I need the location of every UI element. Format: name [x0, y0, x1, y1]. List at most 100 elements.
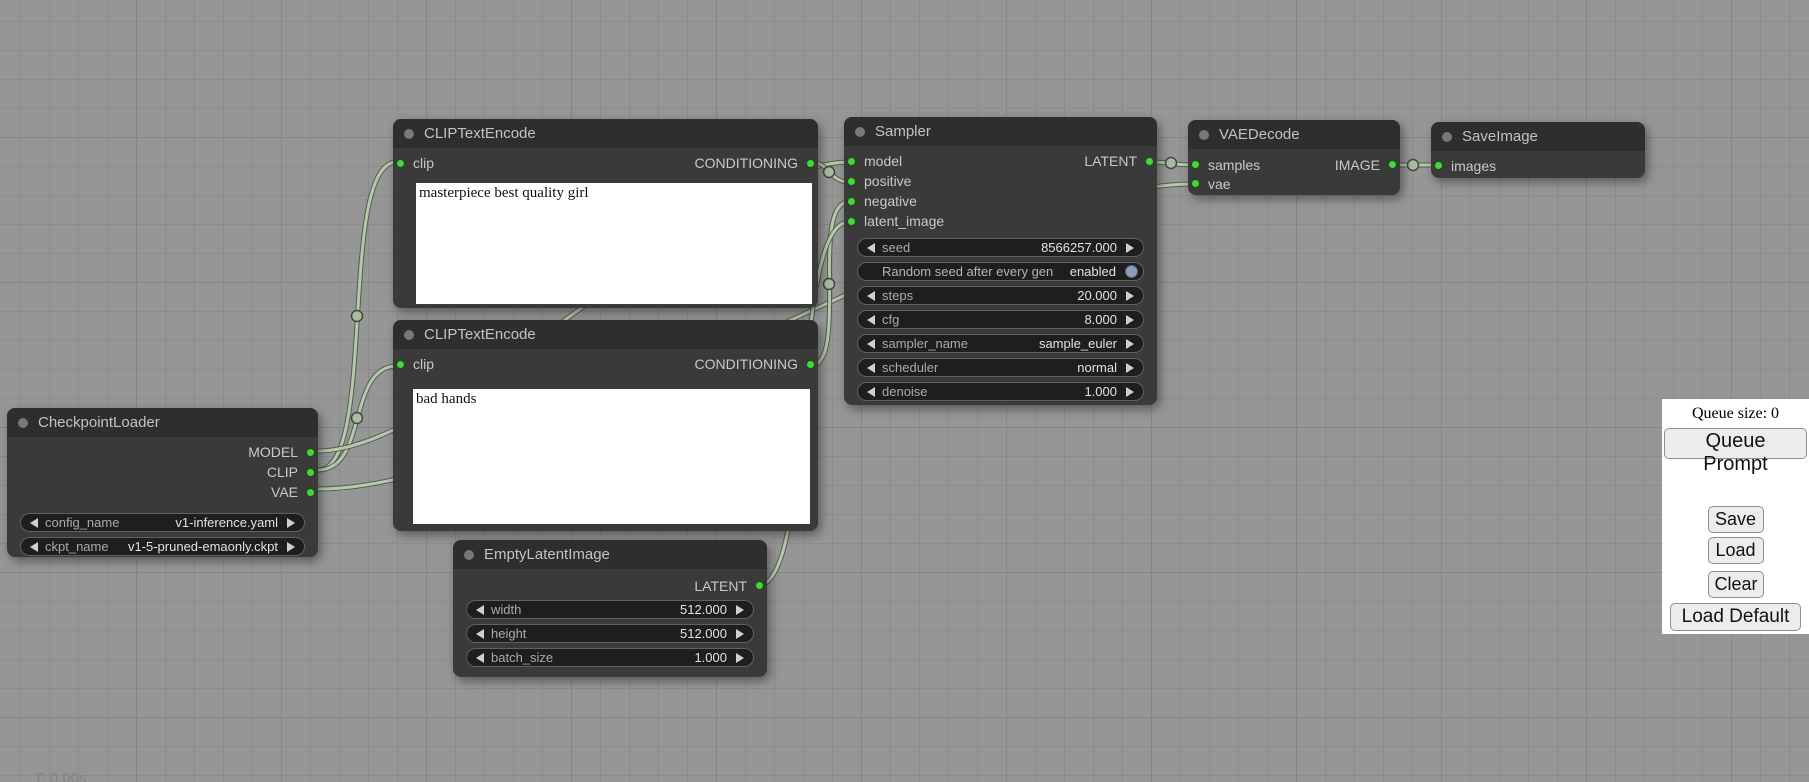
collapse-dot-icon[interactable]: [404, 330, 414, 340]
input-port-samples[interactable]: [1191, 160, 1200, 169]
decrement-arrow-icon[interactable]: [476, 629, 484, 639]
increment-arrow-icon[interactable]: [736, 605, 744, 615]
widget-name: batch_size: [491, 650, 694, 665]
node-title: CLIPTextEncode: [424, 125, 536, 142]
queue-size-label: Queue size: 0: [1662, 405, 1809, 423]
collapse-dot-icon[interactable]: [1442, 132, 1452, 142]
node-save-image[interactable]: SaveImage images: [1431, 122, 1645, 178]
output-port-conditioning[interactable]: [806, 360, 815, 369]
increment-arrow-icon[interactable]: [1126, 315, 1134, 325]
input-label-samples: samples: [1208, 157, 1260, 173]
widget-batch-size[interactable]: batch_size 1.000: [466, 648, 754, 667]
widget-ckpt-name[interactable]: ckpt_name v1-5-pruned-emaonly.ckpt: [20, 537, 305, 556]
output-port-model[interactable]: [306, 448, 315, 457]
node-title-bar[interactable]: SaveImage: [1431, 122, 1645, 151]
increment-arrow-icon[interactable]: [287, 518, 295, 528]
clear-button[interactable]: Clear: [1708, 571, 1764, 598]
toggle-name: Random seed after every gen: [882, 264, 1070, 279]
node-vae-decode[interactable]: VAEDecode samples IMAGE vae: [1188, 120, 1400, 195]
increment-arrow-icon[interactable]: [1126, 363, 1134, 373]
increment-arrow-icon[interactable]: [287, 542, 295, 552]
load-default-button[interactable]: Load Default: [1670, 603, 1801, 631]
input-port-clip[interactable]: [396, 360, 405, 369]
negative-prompt-textarea[interactable]: bad hands: [413, 389, 810, 524]
input-label-vae: vae: [1208, 176, 1231, 192]
node-title-bar[interactable]: CLIPTextEncode: [393, 119, 818, 148]
node-title-bar[interactable]: CheckpointLoader: [7, 408, 318, 437]
collapse-dot-icon[interactable]: [18, 418, 28, 428]
increment-arrow-icon[interactable]: [1126, 339, 1134, 349]
decrement-arrow-icon[interactable]: [867, 363, 875, 373]
node-empty-latent-image[interactable]: EmptyLatentImage LATENT width 512.000 he…: [453, 540, 767, 677]
collapse-dot-icon[interactable]: [855, 127, 865, 137]
widget-name: config_name: [45, 515, 175, 530]
output-port-image[interactable]: [1388, 160, 1397, 169]
input-port-clip[interactable]: [396, 159, 405, 168]
increment-arrow-icon[interactable]: [736, 629, 744, 639]
node-sampler[interactable]: Sampler model LATENT positive negative l…: [844, 117, 1157, 405]
node-clip-text-encode-positive[interactable]: CLIPTextEncode clip CONDITIONING masterp…: [393, 119, 818, 308]
node-graph-canvas[interactable]: CheckpointLoader MODEL CLIP VAE config_n…: [0, 0, 1809, 782]
link-midpoint-dot: [824, 167, 835, 178]
input-port-vae[interactable]: [1191, 179, 1200, 188]
decrement-arrow-icon[interactable]: [867, 315, 875, 325]
node-title-bar[interactable]: VAEDecode: [1188, 120, 1400, 149]
output-label-vae: VAE: [271, 484, 298, 500]
input-label-model: model: [864, 153, 902, 169]
node-checkpoint-loader[interactable]: CheckpointLoader MODEL CLIP VAE config_n…: [7, 408, 318, 557]
input-label-positive: positive: [864, 173, 911, 189]
output-port-clip[interactable]: [306, 468, 315, 477]
load-button[interactable]: Load: [1708, 537, 1764, 564]
toggle-dot-icon[interactable]: [1125, 265, 1138, 278]
output-port-latent[interactable]: [1145, 157, 1154, 166]
node-title-bar[interactable]: Sampler: [844, 117, 1157, 146]
input-port-latent-image[interactable]: [847, 217, 856, 226]
widget-random-seed-toggle[interactable]: Random seed after every gen enabled: [857, 262, 1144, 281]
widget-value: 1.000: [1084, 384, 1117, 399]
decrement-arrow-icon[interactable]: [476, 653, 484, 663]
collapse-dot-icon[interactable]: [464, 550, 474, 560]
collapse-dot-icon[interactable]: [1199, 130, 1209, 140]
node-clip-text-encode-negative[interactable]: CLIPTextEncode clip CONDITIONING bad han…: [393, 320, 818, 531]
decrement-arrow-icon[interactable]: [867, 291, 875, 301]
increment-arrow-icon[interactable]: [1126, 387, 1134, 397]
output-port-conditioning[interactable]: [806, 159, 815, 168]
node-title-bar[interactable]: CLIPTextEncode: [393, 320, 818, 349]
node-title-bar[interactable]: EmptyLatentImage: [453, 540, 767, 569]
widget-width[interactable]: width 512.000: [466, 600, 754, 619]
widget-height[interactable]: height 512.000: [466, 624, 754, 643]
decrement-arrow-icon[interactable]: [867, 339, 875, 349]
widget-cfg[interactable]: cfg 8.000: [857, 310, 1144, 329]
output-port-vae[interactable]: [306, 488, 315, 497]
widget-value: 8.000: [1084, 312, 1117, 327]
link-midpoint-dot: [1408, 160, 1419, 171]
node-title: EmptyLatentImage: [484, 546, 610, 563]
input-port-images[interactable]: [1434, 161, 1443, 170]
increment-arrow-icon[interactable]: [736, 653, 744, 663]
input-port-negative[interactable]: [847, 197, 856, 206]
input-port-model[interactable]: [847, 157, 856, 166]
widget-value: 512.000: [680, 626, 727, 641]
widget-config-name[interactable]: config_name v1-inference.yaml: [20, 513, 305, 532]
increment-arrow-icon[interactable]: [1126, 243, 1134, 253]
widget-denoise[interactable]: denoise 1.000: [857, 382, 1144, 401]
input-port-positive[interactable]: [847, 177, 856, 186]
decrement-arrow-icon[interactable]: [867, 387, 875, 397]
output-label-latent: LATENT: [694, 578, 747, 594]
widget-steps[interactable]: steps 20.000: [857, 286, 1144, 305]
decrement-arrow-icon[interactable]: [30, 542, 38, 552]
positive-prompt-textarea[interactable]: masterpiece best quality girl: [416, 183, 812, 304]
widget-value: 8566257.000: [1041, 240, 1117, 255]
node-title: CheckpointLoader: [38, 414, 160, 431]
widget-seed[interactable]: seed 8566257.000: [857, 238, 1144, 257]
widget-sampler-name[interactable]: sampler_name sample_euler: [857, 334, 1144, 353]
increment-arrow-icon[interactable]: [1126, 291, 1134, 301]
decrement-arrow-icon[interactable]: [867, 243, 875, 253]
collapse-dot-icon[interactable]: [404, 129, 414, 139]
output-port-latent[interactable]: [755, 581, 764, 590]
widget-scheduler[interactable]: scheduler normal: [857, 358, 1144, 377]
decrement-arrow-icon[interactable]: [476, 605, 484, 615]
save-button[interactable]: Save: [1708, 506, 1764, 533]
decrement-arrow-icon[interactable]: [30, 518, 38, 528]
queue-prompt-button[interactable]: Queue Prompt: [1664, 428, 1807, 459]
